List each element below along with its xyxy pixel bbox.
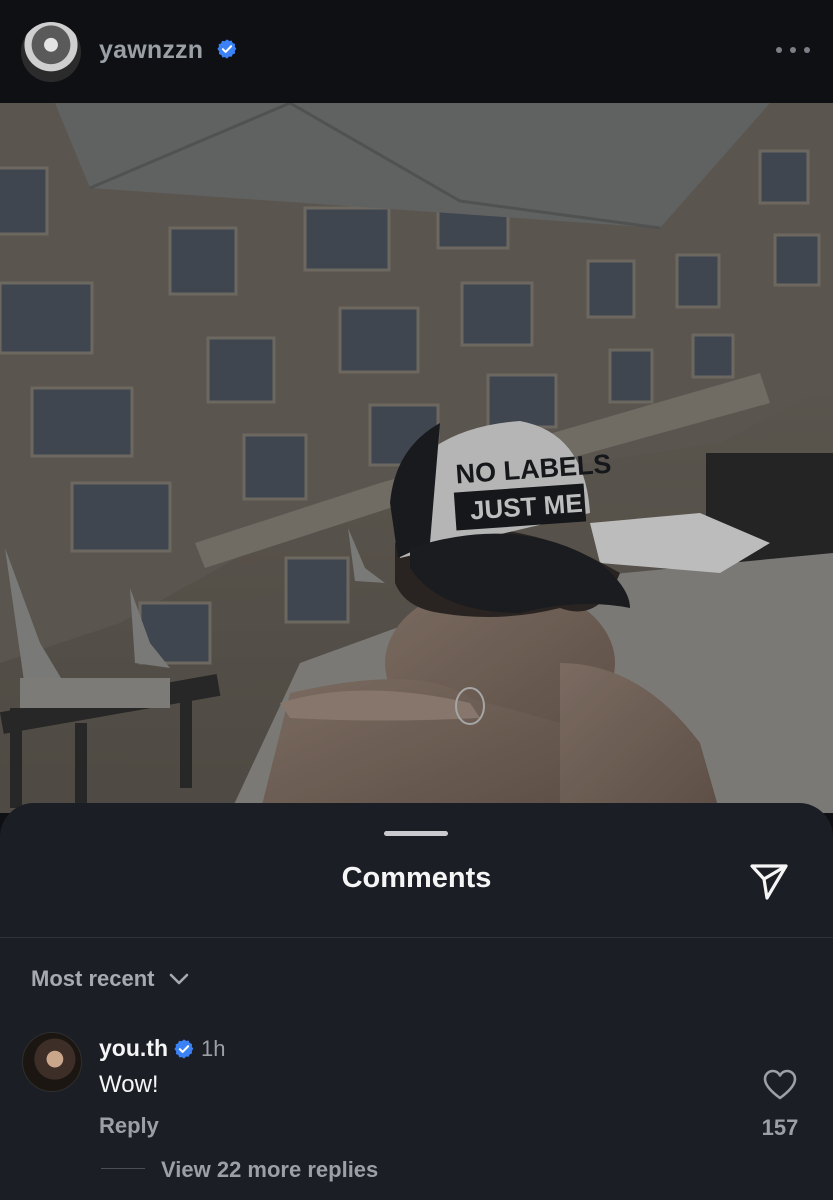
author-avatar[interactable] bbox=[21, 22, 81, 82]
send-icon bbox=[750, 864, 788, 900]
photo-illustration: NO LABELS JUST ME bbox=[0, 103, 833, 813]
reply-button[interactable]: Reply bbox=[99, 1113, 159, 1139]
more-options-icon[interactable] bbox=[776, 47, 810, 55]
commenter-avatar[interactable] bbox=[22, 1032, 82, 1092]
like-count: 157 bbox=[761, 1115, 799, 1140]
verified-badge-icon bbox=[217, 39, 237, 60]
author-username[interactable]: yawnzzn bbox=[99, 36, 238, 65]
replies-line bbox=[101, 1168, 145, 1169]
like-button[interactable] bbox=[760, 1065, 800, 1105]
post-photo[interactable]: NO LABELS JUST ME bbox=[0, 103, 833, 813]
more-dot bbox=[804, 47, 810, 53]
comment-text: Wow! bbox=[99, 1071, 159, 1098]
sheet-grabber[interactable] bbox=[384, 831, 448, 836]
sort-label: Most recent bbox=[31, 966, 155, 991]
chevron-down-icon bbox=[170, 973, 189, 985]
sheet-divider bbox=[0, 937, 833, 938]
share-button[interactable] bbox=[746, 857, 792, 903]
heart-icon bbox=[763, 1069, 797, 1100]
comment-time: 1h bbox=[201, 1035, 226, 1061]
verified-badge-icon bbox=[174, 1038, 194, 1059]
commenter-username[interactable]: you.th 1h bbox=[99, 1035, 225, 1062]
post-header: yawnzzn bbox=[0, 0, 833, 103]
view-more-replies[interactable]: View 22 more replies bbox=[161, 1157, 378, 1183]
sheet-title: Comments bbox=[341, 862, 492, 894]
author-username-text[interactable]: yawnzzn bbox=[99, 36, 203, 64]
more-dot bbox=[776, 47, 782, 53]
comments-sheet: Comments Most recent you.th 1h Wow! Repl… bbox=[0, 803, 833, 1200]
sort-dropdown[interactable]: Most recent bbox=[31, 964, 190, 994]
commenter-username-text[interactable]: you.th bbox=[99, 1035, 168, 1062]
more-dot bbox=[790, 47, 796, 53]
